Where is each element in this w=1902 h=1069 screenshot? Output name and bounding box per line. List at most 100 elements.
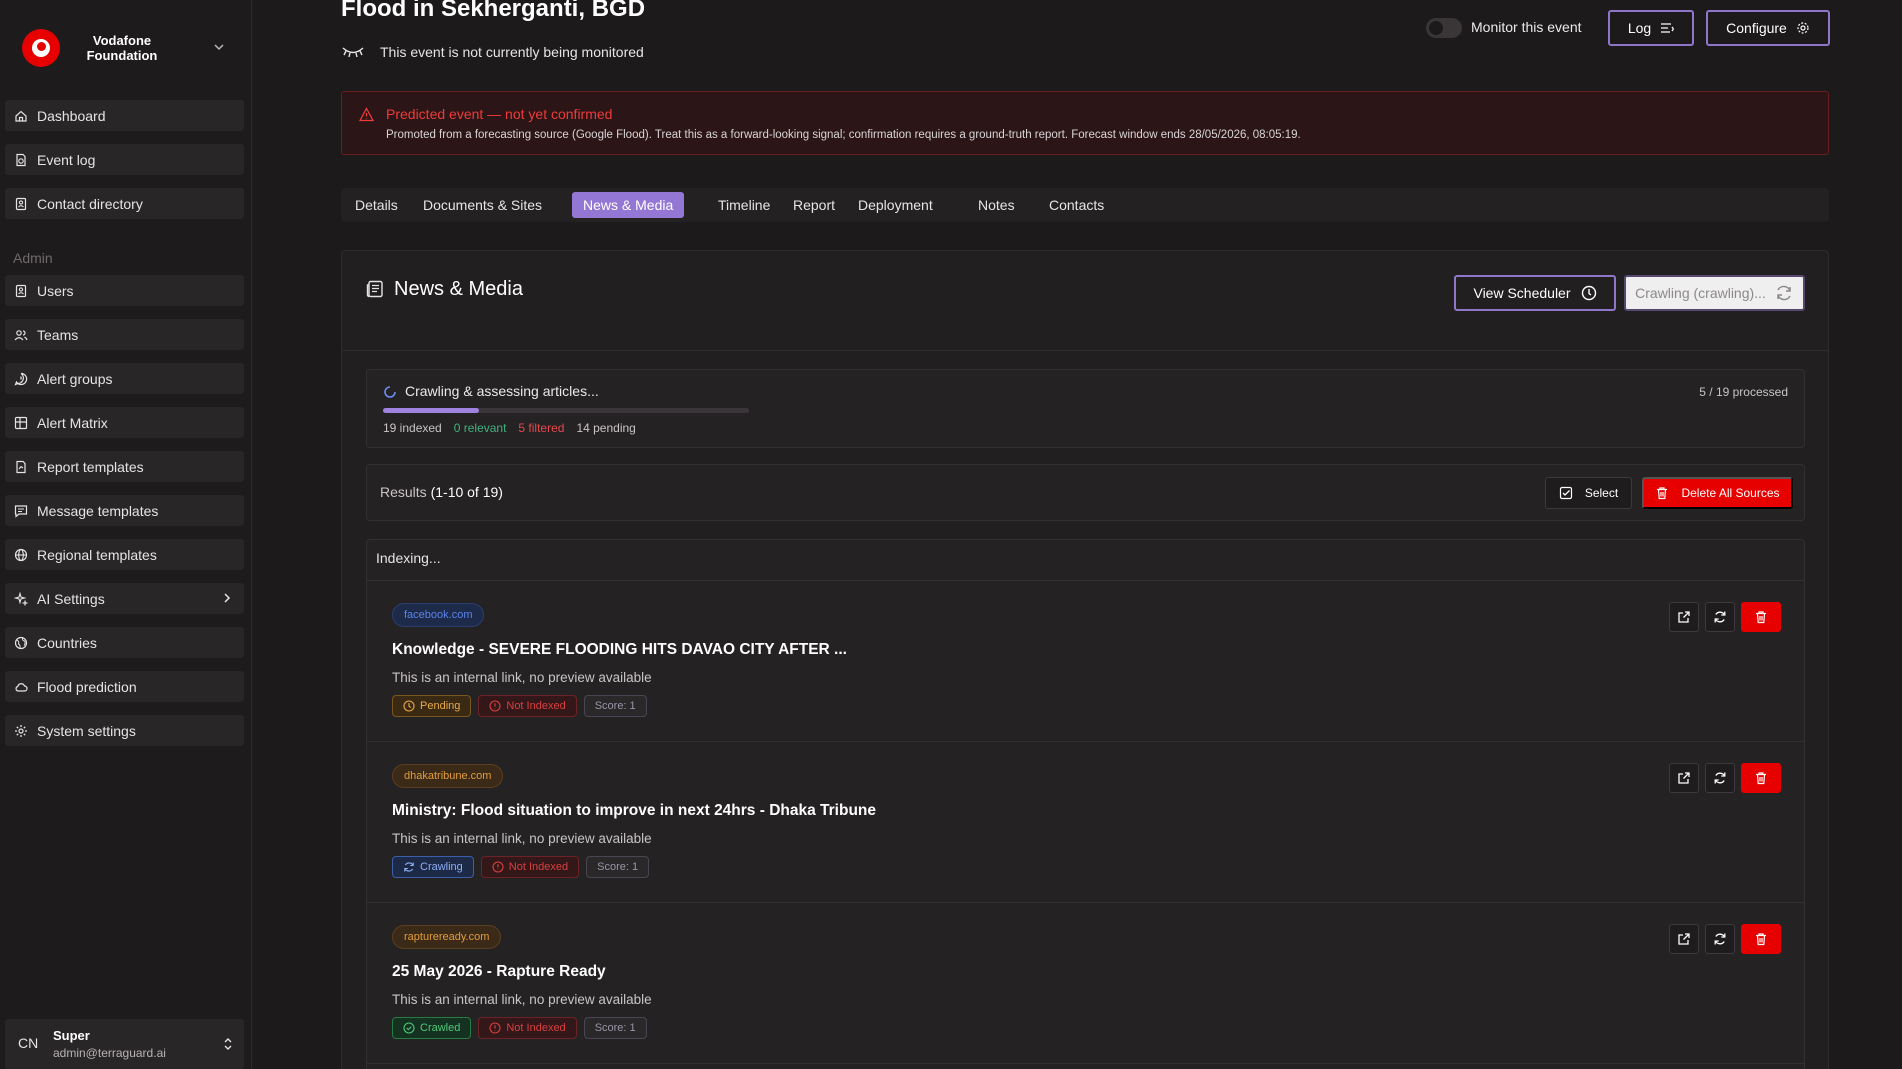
progress-label: Crawling & assessing articles... bbox=[405, 383, 599, 399]
configure-button[interactable]: Configure bbox=[1706, 10, 1830, 46]
tab-documents-sites[interactable]: Documents & Sites bbox=[412, 192, 553, 218]
results-toolbar: Results (1-10 of 19) Select Delete All S… bbox=[366, 464, 1805, 521]
sidebar-item-dashboard[interactable]: Dashboard bbox=[5, 100, 244, 131]
view-scheduler-label: View Scheduler bbox=[1473, 285, 1571, 301]
log-button[interactable]: Log bbox=[1608, 10, 1694, 46]
recrawl-button[interactable] bbox=[1705, 602, 1735, 632]
eye-closed-icon bbox=[342, 47, 364, 58]
tab-timeline[interactable]: Timeline bbox=[707, 192, 781, 218]
page-title: Flood in Sekherganti, BGD bbox=[341, 0, 646, 22]
alert-groups-icon bbox=[14, 372, 28, 386]
sidebar: Vodafone Foundation Dashboard Event log … bbox=[0, 0, 252, 1069]
alert-body: Promoted from a forecasting source (Goog… bbox=[386, 129, 1301, 141]
recrawl-button[interactable] bbox=[1705, 763, 1735, 793]
index-label: Not Indexed bbox=[506, 700, 566, 712]
event-log-icon bbox=[16, 153, 26, 166]
domain-badge[interactable]: facebook.com bbox=[392, 603, 485, 627]
article-actions bbox=[1669, 763, 1781, 793]
home-icon bbox=[15, 110, 27, 122]
list-item: raptureready.com 25 May 2026 - Rapture R… bbox=[367, 903, 1804, 1064]
checkbox-icon bbox=[1559, 486, 1572, 500]
view-scheduler-button[interactable]: View Scheduler bbox=[1454, 275, 1616, 311]
delete-source-button[interactable] bbox=[1741, 924, 1781, 954]
sidebar-item-ai-settings[interactable]: AI Settings bbox=[5, 583, 244, 614]
monitor-toggle-label: Monitor this event bbox=[1471, 19, 1582, 35]
clock-icon bbox=[403, 700, 415, 712]
tab-news-media[interactable]: News & Media bbox=[572, 192, 685, 218]
tab-report[interactable]: Report bbox=[782, 192, 846, 218]
sidebar-item-report-templates[interactable]: Report templates bbox=[5, 451, 244, 482]
sidebar-item-label: Report templates bbox=[37, 458, 144, 475]
sidebar-item-message-templates[interactable]: Message templates bbox=[5, 495, 244, 526]
user-name: Super bbox=[53, 1028, 90, 1043]
list-item: facebook.com Knowledge - SEVERE FLOODING… bbox=[367, 581, 1804, 742]
index-badge: Not Indexed bbox=[478, 1017, 577, 1039]
index-badge: Not Indexed bbox=[480, 856, 580, 878]
recrawl-button[interactable] bbox=[1705, 924, 1735, 954]
tab-bar: Details Documents & Sites News & Media T… bbox=[341, 188, 1829, 222]
external-link-icon bbox=[1678, 933, 1690, 945]
refresh-icon bbox=[1714, 772, 1726, 784]
progress-stats: 19 indexed 0 relevant 5 filtered 14 pend… bbox=[383, 421, 636, 435]
crawling-button[interactable]: Crawling (crawling)... bbox=[1624, 275, 1805, 311]
select-button[interactable]: Select bbox=[1545, 477, 1632, 509]
sidebar-item-countries[interactable]: Countries bbox=[5, 627, 244, 658]
chevron-right-icon bbox=[224, 593, 231, 603]
newspaper-icon bbox=[366, 280, 383, 298]
sidebar-item-regional-templates[interactable]: Regional templates bbox=[5, 539, 244, 570]
sidebar-item-alert-matrix[interactable]: Alert Matrix bbox=[5, 407, 244, 438]
sidebar-item-contact-directory[interactable]: Contact directory bbox=[5, 188, 244, 219]
score-badge: Score: 1 bbox=[583, 1017, 647, 1039]
status-label: Crawling bbox=[420, 861, 463, 873]
index-badge: Not Indexed bbox=[478, 695, 577, 717]
log-button-label: Log bbox=[1627, 20, 1652, 36]
article-title[interactable]: Knowledge - SEVERE FLOODING HITS DAVAO C… bbox=[392, 641, 847, 659]
delete-source-button[interactable] bbox=[1741, 602, 1781, 632]
gear-icon bbox=[15, 724, 27, 737]
trash-icon bbox=[1756, 611, 1766, 624]
crawling-button-label: Crawling (crawling)... bbox=[1635, 285, 1766, 301]
sidebar-item-label: Users bbox=[37, 282, 74, 299]
progress-fill bbox=[383, 408, 480, 413]
warning-icon bbox=[359, 107, 374, 122]
open-link-button[interactable] bbox=[1669, 602, 1699, 632]
tab-notes[interactable]: Notes bbox=[967, 192, 1026, 218]
trash-icon bbox=[1756, 772, 1766, 785]
article-desc: This is an internal link, no preview ava… bbox=[392, 831, 652, 846]
sidebar-item-event-log[interactable]: Event log bbox=[5, 144, 244, 175]
teams-icon bbox=[14, 329, 28, 340]
domain-badge[interactable]: raptureready.com bbox=[392, 925, 502, 949]
user-menu[interactable]: CN Super admin@terraguard.ai bbox=[5, 1019, 244, 1069]
report-icon bbox=[16, 460, 26, 473]
trash-icon bbox=[1657, 487, 1668, 500]
article-title[interactable]: 25 May 2026 - Rapture Ready bbox=[392, 963, 606, 981]
refresh-icon bbox=[1714, 611, 1726, 623]
sidebar-item-teams[interactable]: Teams bbox=[5, 319, 244, 350]
sidebar-item-users[interactable]: Users bbox=[5, 275, 244, 306]
open-link-button[interactable] bbox=[1669, 924, 1699, 954]
open-link-button[interactable] bbox=[1669, 763, 1699, 793]
refresh-icon bbox=[404, 862, 414, 872]
status-badge: Crawling bbox=[392, 856, 474, 878]
sidebar-item-label: System settings bbox=[37, 722, 136, 739]
monitor-toggle[interactable] bbox=[1426, 18, 1462, 38]
score-badge: Score: 1 bbox=[583, 695, 647, 717]
org-switcher[interactable]: Vodafone Foundation bbox=[22, 28, 236, 68]
article-title[interactable]: Ministry: Flood situation to improve in … bbox=[392, 802, 876, 820]
sidebar-item-label: Event log bbox=[37, 151, 96, 168]
delete-all-sources-button[interactable]: Delete All Sources bbox=[1642, 477, 1793, 509]
delete-source-button[interactable] bbox=[1741, 763, 1781, 793]
tab-deployment[interactable]: Deployment bbox=[847, 192, 944, 218]
divider bbox=[367, 1063, 1804, 1064]
external-link-icon bbox=[1678, 772, 1690, 784]
article-list: Indexing... facebook.com Knowledge - SEV… bbox=[366, 539, 1805, 1069]
sidebar-item-label: Dashboard bbox=[37, 107, 106, 124]
tab-contacts[interactable]: Contacts bbox=[1038, 192, 1115, 218]
user-email: admin@terraguard.ai bbox=[53, 1046, 166, 1060]
tab-details[interactable]: Details bbox=[344, 192, 409, 218]
sidebar-item-flood-prediction[interactable]: Flood prediction bbox=[5, 671, 244, 702]
monitor-status: This event is not currently being monito… bbox=[341, 42, 644, 62]
sidebar-item-alert-groups[interactable]: Alert groups bbox=[5, 363, 244, 394]
sidebar-item-system-settings[interactable]: System settings bbox=[5, 715, 244, 746]
domain-badge[interactable]: dhakatribune.com bbox=[392, 764, 504, 788]
